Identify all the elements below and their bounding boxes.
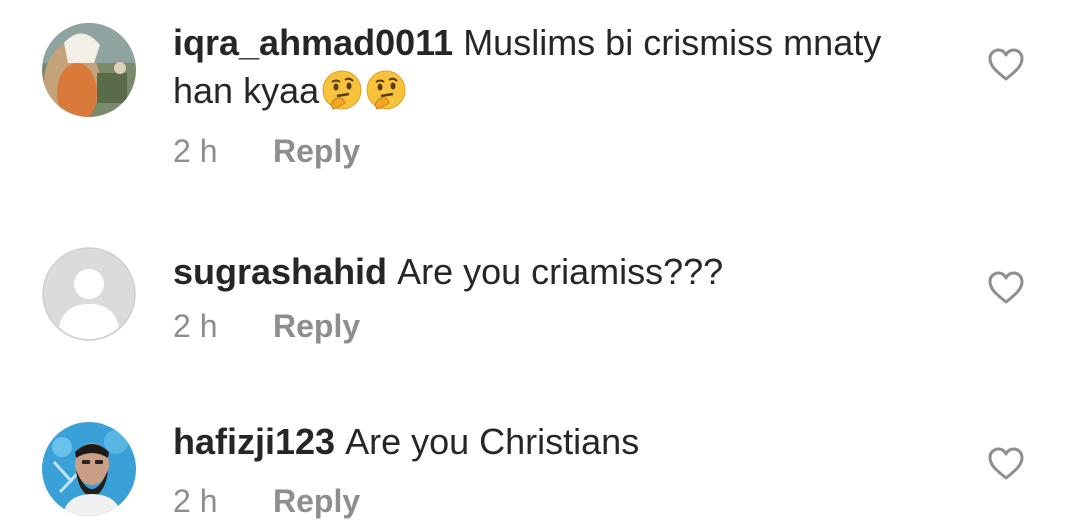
avatar[interactable] (42, 422, 136, 516)
comment-meta: 2 h Reply (173, 481, 360, 521)
reply-button[interactable]: Reply (273, 308, 360, 344)
comment-item: sugrashahid Are you criamiss??? 2 h Reply (0, 230, 1080, 370)
comment-timestamp: 2 h (173, 133, 218, 169)
heart-outline-icon[interactable] (988, 48, 1024, 82)
comment-username[interactable]: iqra_ahmad0011 (173, 22, 453, 63)
heart-outline-icon[interactable] (988, 447, 1024, 481)
comment-text-block: iqra_ahmad0011 Muslims bi crismiss mnaty … (173, 19, 933, 115)
thinking-face-emoji-icon (322, 70, 362, 110)
thinking-face-emoji-icon (366, 70, 406, 110)
comment-username[interactable]: sugrashahid (173, 251, 387, 292)
comment-username[interactable]: hafizji123 (173, 421, 335, 462)
reply-button[interactable]: Reply (273, 133, 360, 169)
heart-outline-icon[interactable] (988, 271, 1024, 305)
comment-body: Are you Christians (345, 421, 640, 462)
default-avatar-icon[interactable] (42, 247, 136, 341)
comment-item: hafizji123 Are you Christians 2 h Reply (0, 405, 1080, 527)
reply-button[interactable]: Reply (273, 483, 360, 519)
comment-timestamp: 2 h (173, 483, 218, 519)
comment-text-block: hafizji123 Are you Christians (173, 418, 933, 466)
comment-item: iqra_ahmad0011 Muslims bi crismiss mnaty … (0, 0, 1080, 200)
comment-meta: 2 h Reply (173, 131, 360, 171)
comment-timestamp: 2 h (173, 308, 218, 344)
comment-text-block: sugrashahid Are you criamiss??? (173, 248, 933, 296)
comment-body: Are you criamiss??? (397, 251, 724, 292)
comment-meta: 2 h Reply (173, 306, 360, 346)
avatar[interactable] (42, 23, 136, 117)
